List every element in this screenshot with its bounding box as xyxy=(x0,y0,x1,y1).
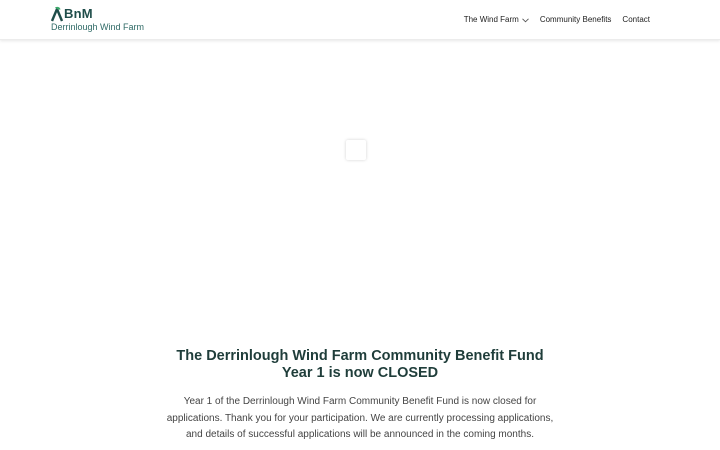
site-logo[interactable]: BnM Derrinlough Wind Farm xyxy=(50,6,150,34)
announcement-section: The Derrinlough Wind Farm Community Bene… xyxy=(160,348,560,444)
chevron-down-icon xyxy=(522,17,529,22)
announcement-text: Year 1 of the Derrinlough Wind Farm Comm… xyxy=(166,396,554,440)
nav-item-the-wind-farm[interactable]: The Wind Farm xyxy=(464,15,529,25)
nav-item-contact[interactable]: Contact xyxy=(622,15,650,25)
image-loading-placeholder xyxy=(346,140,366,160)
hero-section xyxy=(0,41,720,331)
site-header: BnM Derrinlough Wind Farm The Wind Farm … xyxy=(0,0,720,40)
main-nav: The Wind Farm Community Benefits Contact xyxy=(453,14,650,26)
nav-item-community-benefits[interactable]: Community Benefits xyxy=(540,15,612,25)
logo-brand-text: BnM xyxy=(64,6,93,21)
nav-item-label: The Wind Farm xyxy=(463,15,519,24)
bnm-logo-icon xyxy=(50,6,64,22)
nav-item-label: Contact xyxy=(622,15,650,24)
nav-item-label: Community Benefits xyxy=(539,15,612,24)
logo-subtitle: Derrinlough Wind Farm xyxy=(51,22,145,32)
page-title: The Derrinlough Wind Farm Community Bene… xyxy=(176,348,544,381)
